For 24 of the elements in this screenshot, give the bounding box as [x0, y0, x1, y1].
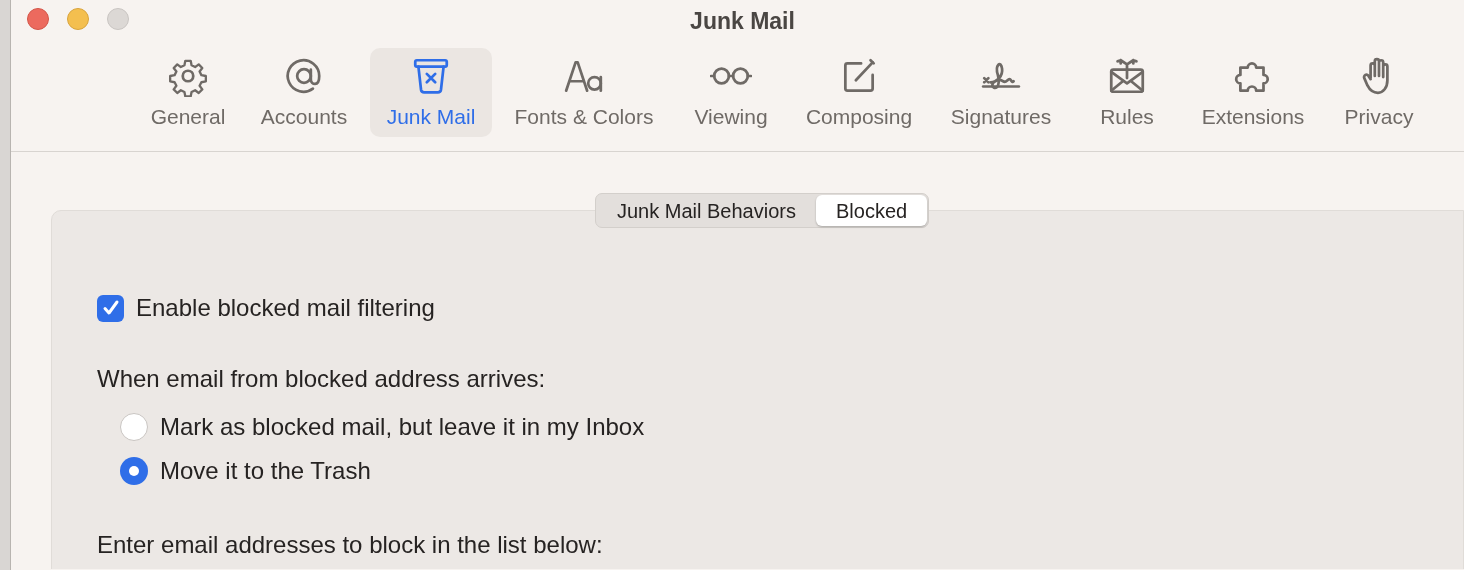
- toolbar-tab[interactable]: Junk Mail: [370, 47, 492, 137]
- toolbar-tab[interactable]: Accounts: [238, 47, 370, 137]
- checkbox-label: Enable blocked mail filtering: [136, 293, 435, 323]
- radio-label: Mark as blocked mail, but leave it in my Inbox: [160, 412, 645, 442]
- radio-label: Move it to the Trash: [160, 456, 371, 486]
- toolbar-tab[interactable]: Viewing: [676, 47, 786, 137]
- toolbar-tab[interactable]: General: [138, 47, 238, 137]
- section-heading: When email from blocked address arrives:: [97, 364, 546, 394]
- toolbar-tab[interactable]: Composing: [786, 47, 932, 137]
- close-button[interactable]: [27, 8, 49, 30]
- toolbar-tab[interactable]: Signatures: [932, 47, 1070, 137]
- radio-button[interactable]: [120, 457, 148, 485]
- segment-tab[interactable]: Blocked: [815, 195, 928, 226]
- toolbar-tab[interactable]: Privacy: [1322, 47, 1436, 137]
- toolbar-tab[interactable]: Fonts & Colors: [492, 47, 676, 137]
- segment-tab[interactable]: Junk Mail Behaviors: [597, 195, 816, 226]
- checkmark-icon: [101, 299, 120, 317]
- minimize-button[interactable]: [67, 8, 89, 30]
- section-heading: Enter email addresses to block in the list below:: [97, 530, 603, 560]
- toolbar-tab[interactable]: Extensions: [1184, 47, 1322, 137]
- checkbox[interactable]: [97, 294, 124, 322]
- window-title: Junk Mail: [690, 7, 795, 36]
- toolbar-tab[interactable]: Rules: [1070, 47, 1184, 137]
- radio-button[interactable]: [120, 413, 148, 441]
